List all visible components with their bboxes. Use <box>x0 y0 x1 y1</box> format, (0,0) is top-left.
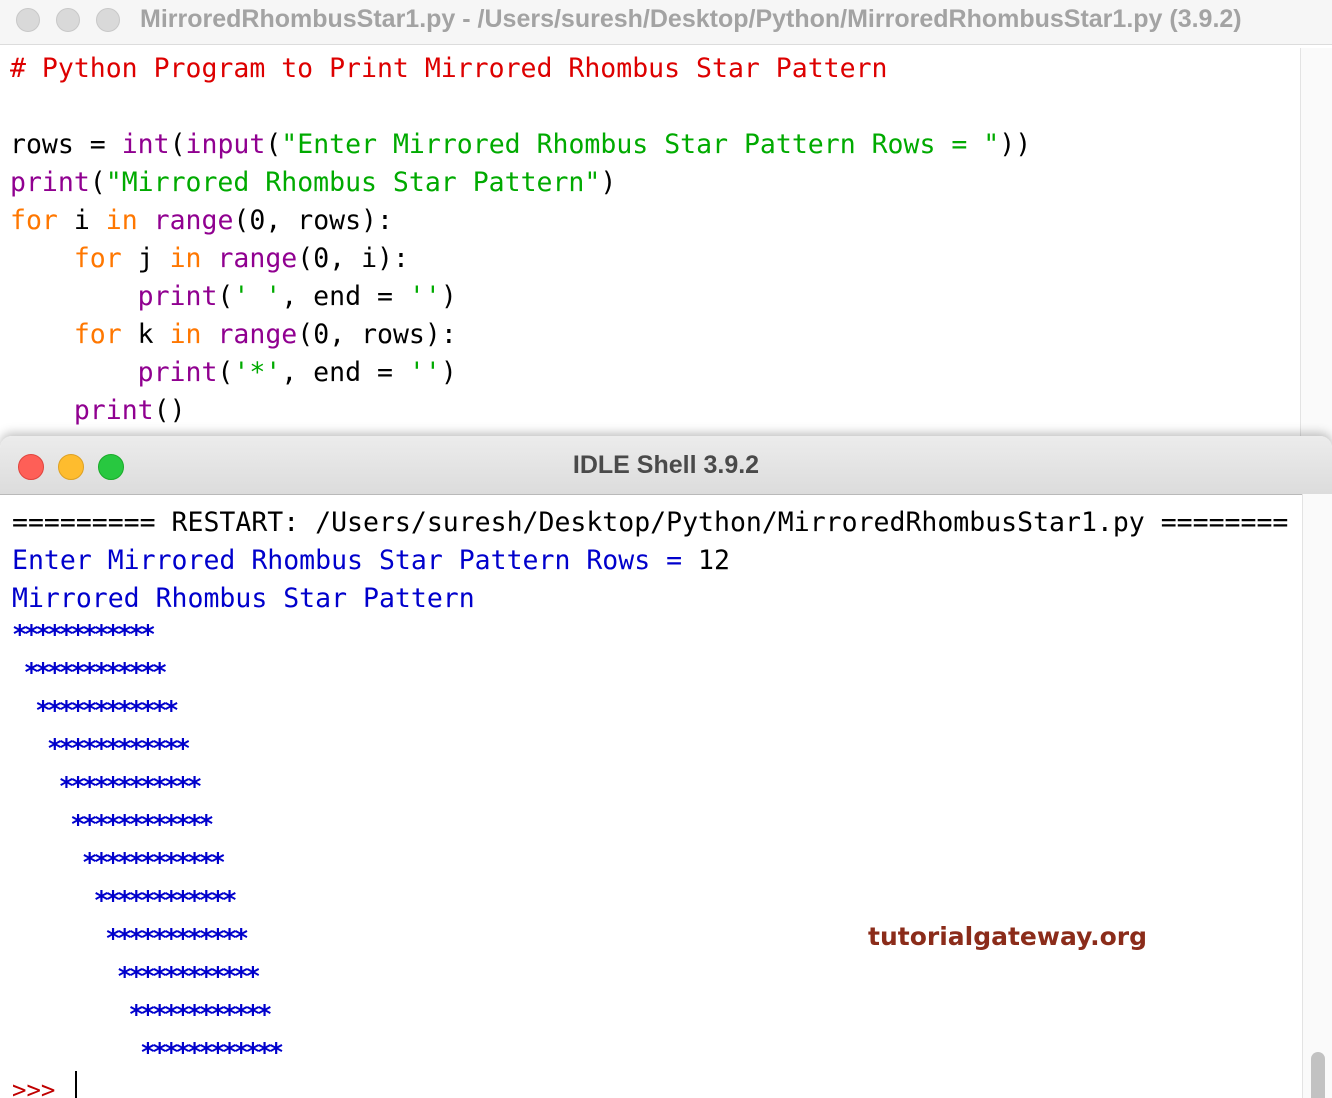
code-line-2: rows = int(input("Enter Mirrored Rhombus… <box>10 129 1032 160</box>
star-pattern-output: ************ ************ ************ *… <box>12 616 284 1072</box>
code-line-8: print('*', end = '') <box>137 357 457 388</box>
shell-output[interactable]: ========= RESTART: /Users/suresh/Desktop… <box>12 504 1288 618</box>
code-line-3: print("Mirrored Rhombus Star Pattern") <box>10 167 617 198</box>
star-row: ************ <box>12 658 168 688</box>
editor-scrollbar[interactable] <box>1300 48 1332 448</box>
editor-window: MirroredRhombusStar1.py - /Users/suresh/… <box>0 0 1332 460</box>
shell-prompt: >>> <box>12 1076 56 1098</box>
star-row: ************ <box>12 1038 284 1068</box>
code-comment: # Python Program to Print Mirrored Rhomb… <box>10 53 888 84</box>
editor-titlebar[interactable]: MirroredRhombusStar1.py - /Users/suresh/… <box>0 0 1332 45</box>
code-line-4: for i in range(0, rows): <box>10 205 393 236</box>
shell-window-title: IDLE Shell 3.9.2 <box>572 451 760 479</box>
code-line-6: print(' ', end = '') <box>137 281 457 312</box>
restart-line: ========= RESTART: /Users/suresh/Desktop… <box>12 507 1289 538</box>
star-row: ************ <box>12 962 261 992</box>
code-line-7: for k in range(0, rows): <box>73 319 457 350</box>
star-row: ************ <box>12 848 226 878</box>
zoom-button[interactable] <box>96 8 120 32</box>
input-value: 12 <box>698 545 730 576</box>
star-row: ************ <box>12 696 179 726</box>
close-button[interactable] <box>16 8 40 32</box>
shell-scrollbar[interactable] <box>1302 494 1332 1098</box>
editor-window-title: MirroredRhombusStar1.py - /Users/suresh/… <box>140 5 1242 33</box>
watermark-logo: tutorialgateway.org <box>868 922 1147 951</box>
star-row: ************ <box>12 620 156 650</box>
star-row: ************ <box>12 810 214 840</box>
shell-window: IDLE Shell 3.9.2 ========= RESTART: /Use… <box>0 436 1332 1098</box>
scrollbar-thumb[interactable] <box>1311 1052 1325 1098</box>
star-row: ************ <box>12 1000 273 1030</box>
star-row: ************ <box>12 734 191 764</box>
input-prompt-text: Enter Mirrored Rhombus Star Pattern Rows… <box>12 545 699 576</box>
code-line-5: for j in range(0, i): <box>73 243 409 274</box>
star-row: ************ <box>12 924 249 954</box>
star-row: ************ <box>12 886 238 916</box>
minimize-button[interactable] <box>56 8 80 32</box>
shell-titlebar[interactable]: IDLE Shell 3.9.2 <box>0 436 1332 495</box>
output-heading: Mirrored Rhombus Star Pattern <box>12 583 475 614</box>
text-cursor[interactable] <box>75 1071 77 1098</box>
star-row: ************ <box>12 772 203 802</box>
code-editor-text[interactable]: # Python Program to Print Mirrored Rhomb… <box>10 50 1031 430</box>
code-line-9: print() <box>73 395 186 426</box>
